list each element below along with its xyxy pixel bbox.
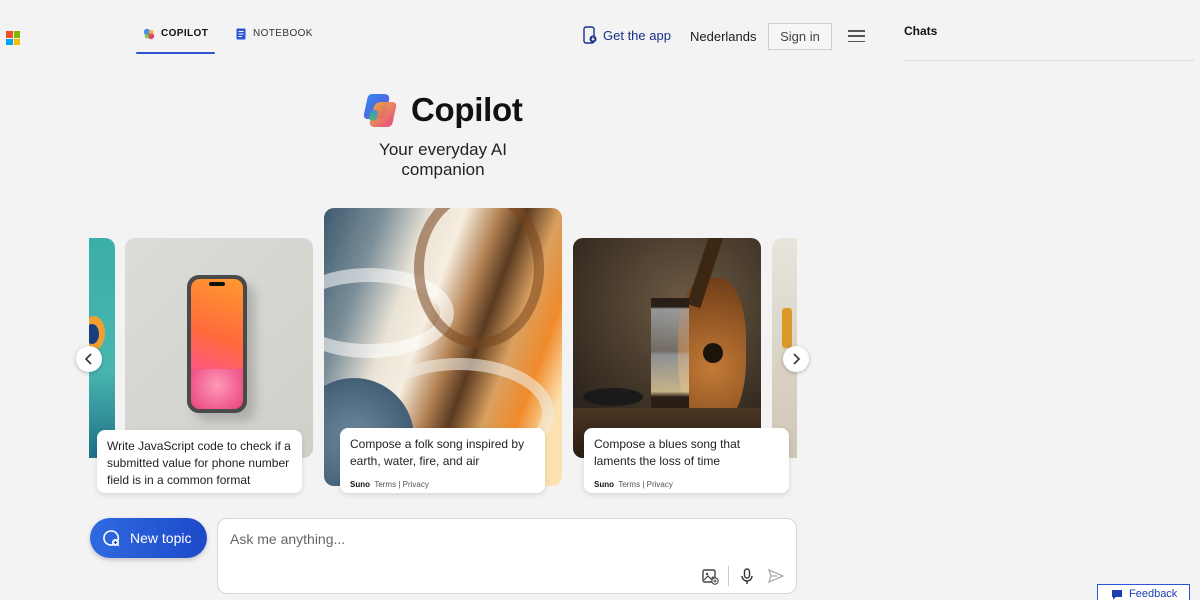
terms-privacy-links[interactable]: Terms | Privacy bbox=[374, 480, 429, 489]
card-elements-caption[interactable]: Compose a folk song inspired by earth, w… bbox=[340, 428, 545, 493]
carousel-next-button[interactable] bbox=[783, 346, 809, 372]
sign-in-button[interactable]: Sign in bbox=[768, 23, 832, 50]
feedback-label: Feedback bbox=[1129, 588, 1178, 600]
get-the-app-link[interactable]: Get the app bbox=[583, 26, 671, 44]
tab-notebook[interactable]: NOTEBOOK bbox=[235, 28, 313, 54]
phone-download-icon bbox=[583, 26, 597, 44]
chevron-left-icon bbox=[84, 353, 92, 365]
image-upload-icon[interactable] bbox=[701, 567, 719, 585]
card-guitar-caption[interactable]: Compose a blues song that laments the lo… bbox=[584, 428, 789, 493]
hero-subtitle: Your everyday AI companion bbox=[379, 140, 507, 179]
chats-divider bbox=[904, 60, 1194, 61]
suno-brand: Suno bbox=[594, 480, 614, 489]
card-guitar-meta: Suno Terms | Privacy bbox=[594, 476, 779, 493]
chevron-right-icon bbox=[793, 353, 801, 365]
new-topic-button[interactable]: New topic bbox=[90, 518, 207, 558]
card-guitar-image[interactable] bbox=[573, 238, 761, 458]
suno-brand: Suno bbox=[350, 480, 370, 489]
hero-title: Copilot bbox=[411, 91, 523, 128]
tab-copilot[interactable]: COPILOT bbox=[135, 28, 216, 54]
chats-title: Chats bbox=[904, 24, 938, 38]
card-phone-caption[interactable]: Write JavaScript code to check if a subm… bbox=[97, 430, 302, 493]
copilot-icon bbox=[143, 28, 155, 40]
new-chat-icon bbox=[103, 530, 120, 547]
new-topic-label: New topic bbox=[130, 530, 192, 546]
tab-notebook-label: NOTEBOOK bbox=[253, 28, 313, 39]
tab-copilot-label: COPILOT bbox=[161, 28, 209, 39]
chat-input[interactable] bbox=[230, 531, 690, 547]
suggestion-carousel: Write JavaScript code to check if a subm… bbox=[89, 205, 797, 505]
card-phone-text: Write JavaScript code to check if a subm… bbox=[107, 439, 291, 487]
language-selector[interactable]: Nederlands bbox=[690, 29, 757, 44]
hero-header: Copilot bbox=[362, 90, 523, 130]
microsoft-logo-icon[interactable] bbox=[6, 31, 20, 45]
card-elements-meta: Suno Terms | Privacy bbox=[350, 476, 535, 493]
notebook-icon bbox=[236, 28, 246, 40]
get-the-app-label: Get the app bbox=[603, 27, 671, 43]
send-icon[interactable] bbox=[767, 567, 785, 585]
menu-icon[interactable] bbox=[848, 30, 865, 42]
terms-privacy-links[interactable]: Terms | Privacy bbox=[618, 480, 673, 489]
feedback-button[interactable]: Feedback bbox=[1097, 584, 1190, 600]
microphone-icon[interactable] bbox=[738, 567, 756, 585]
copilot-logo-icon bbox=[363, 94, 397, 127]
composer-separator bbox=[728, 566, 729, 586]
card-guitar-text: Compose a blues song that laments the lo… bbox=[594, 437, 741, 468]
carousel-prev-button[interactable] bbox=[76, 346, 102, 372]
chats-pane: Chats bbox=[882, 0, 1200, 600]
card-elements-text: Compose a folk song inspired by earth, w… bbox=[350, 437, 525, 468]
chat-composer bbox=[217, 518, 797, 594]
feedback-icon bbox=[1112, 589, 1122, 599]
card-phone-image[interactable] bbox=[125, 238, 313, 458]
